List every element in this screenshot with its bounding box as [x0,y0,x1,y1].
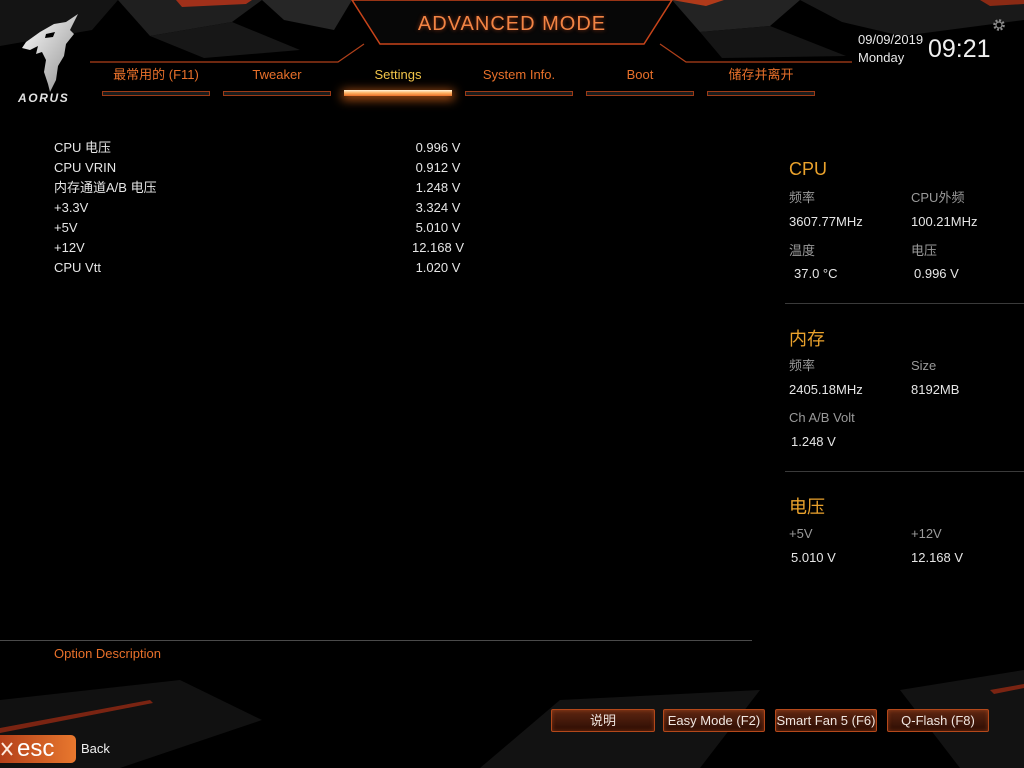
tab-save-exit[interactable]: 储存并离开 [707,66,815,98]
gear-icon[interactable] [992,18,1006,32]
memory-section-title: 内存 [789,329,825,349]
panel-divider [785,303,1024,304]
eagle-head-shape [22,14,78,92]
tab-underline [102,91,210,96]
voltage-label: 内存通道A/B 电压 [54,180,157,195]
date-display: 09/09/2019 [858,32,924,47]
help-button[interactable]: 说明 [551,709,655,732]
tab-label: System Info. [482,67,556,82]
memory-frequency-value: 2405.18MHz [789,382,863,397]
cpu-section-title: CPU [789,159,828,179]
plus5v-value: 5.010 V [791,550,836,565]
voltage-value: 12.168 V [411,240,465,255]
voltage-value: 5.010 V [415,220,461,235]
voltage-row: +12V 12.168 V [54,238,494,258]
cpu-frequency-value: 3607.77MHz [789,214,863,229]
tab-system-info[interactable]: System Info. [465,66,573,98]
tab-boot[interactable]: Boot [586,66,694,98]
tab-underline [344,90,452,96]
voltage-value: 1.248 V [415,180,461,195]
voltage-row: +3.3V 3.324 V [54,198,494,218]
tab-label: Settings [374,67,422,82]
cpu-voltage-value: 0.996 V [914,266,959,281]
cpu-temperature-value: 37.0 °C [794,266,838,281]
voltage-row: CPU 电压 0.996 V [54,138,494,158]
voltage-label: +5V [54,220,78,235]
weekday-display: Monday [858,50,905,65]
memory-size-value: 8192MB [911,382,960,397]
voltage-label: +3.3V [54,200,89,215]
esc-label: esc [17,735,55,762]
cpu-voltage-label: 电压 [911,243,938,258]
cpu-bclk-label: CPU外频 [911,190,965,205]
clock-display: 09:21 [928,35,991,63]
close-icon-stroke [5,742,13,756]
cpu-bclk-value: 100.21MHz [911,214,978,229]
tab-underline [586,91,694,96]
plus12v-label: +12V [911,526,942,541]
voltage-row: +5V 5.010 V [54,218,494,238]
memory-frequency-label: 频率 [789,358,816,373]
tab-label: 储存并离开 [728,67,794,82]
plus5v-label: +5V [789,526,813,541]
background-shard [672,0,800,32]
mode-title: ADVANCED MODE [417,13,607,35]
voltage-label: CPU Vtt [54,260,101,275]
memory-voltage-value: 1.248 V [791,434,836,449]
q-flash-button[interactable]: Q-Flash (F8) [887,709,989,732]
voltage-row: 内存通道A/B 电压 1.248 V [54,178,494,198]
description-divider [0,640,752,641]
tab-settings[interactable]: Settings [344,66,452,98]
cpu-frequency-label: 频率 [789,190,816,205]
tab-label: Boot [626,67,654,82]
tab-label: 最常用的 (F11) [113,67,199,82]
memory-voltage-label: Ch A/B Volt [789,410,855,425]
close-icon [1,742,13,756]
voltage-value: 1.020 V [415,260,461,275]
voltage-label: +12V [54,240,85,255]
panel-divider [785,471,1024,472]
logo-text: AORUS [18,91,70,105]
tab-underline [707,91,815,96]
voltage-value: 3.324 V [415,200,461,215]
cpu-temperature-label: 温度 [789,243,816,258]
tab-label: Tweaker [252,67,302,82]
back-label: Back [81,741,110,756]
gear-ring-shape [995,21,1003,29]
plus12v-value: 12.168 V [911,550,964,565]
voltage-list: CPU 电压 0.996 V CPU VRIN 0.912 V 内存通道A/B … [54,138,494,278]
tab-underline [465,91,573,96]
voltage-section-title: 电压 [789,497,825,517]
voltage-row: CPU VRIN 0.912 V [54,158,494,178]
voltage-label: CPU VRIN [54,160,117,175]
bios-screen: AORUS ADVANCED MODE 09/09/2019 Monday 09… [0,0,1024,768]
voltage-value: 0.912 V [415,160,461,175]
tab-underline [223,91,331,96]
background-shard [700,26,846,58]
memory-size-label: Size [911,358,937,373]
tab-tweaker[interactable]: Tweaker [223,66,331,98]
smart-fan-button[interactable]: Smart Fan 5 (F6) [775,709,877,732]
esc-button[interactable]: esc [0,735,76,763]
tab-favorites[interactable]: 最常用的 (F11) [102,66,210,98]
voltage-label: CPU 电压 [54,140,112,155]
aorus-eagle-icon [22,14,78,92]
voltage-row: CPU Vtt 1.020 V [54,258,494,278]
background-shard [262,0,352,30]
voltage-value: 0.996 V [415,140,461,155]
option-description-title: Option Description [54,646,161,661]
easy-mode-button[interactable]: Easy Mode (F2) [663,709,765,732]
